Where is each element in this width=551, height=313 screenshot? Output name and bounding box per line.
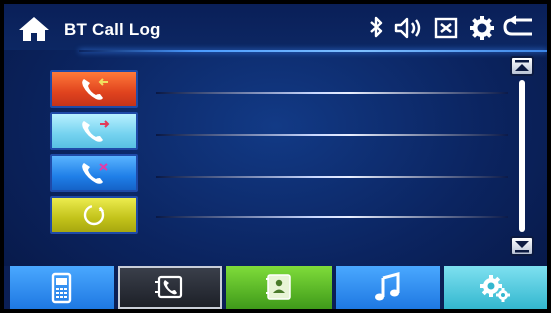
contacts-book-icon — [266, 274, 291, 300]
back-icon — [503, 15, 532, 36]
settings-button[interactable] — [468, 14, 496, 42]
row-divider — [156, 216, 508, 218]
arrow-up-icon — [515, 60, 529, 71]
row-divider — [156, 134, 508, 136]
sync-icon — [83, 204, 105, 226]
bt-call-log-screen: BT Call Log — [4, 4, 547, 309]
scrollbar-track[interactable] — [519, 80, 525, 232]
incoming-call-icon — [82, 78, 108, 100]
tab-call-log[interactable] — [118, 266, 222, 309]
bluetooth-icon — [370, 16, 383, 38]
mute-button[interactable] — [432, 14, 460, 42]
row-divider — [156, 92, 508, 94]
home-button[interactable] — [16, 15, 52, 43]
header-divider — [79, 50, 547, 52]
tab-contacts[interactable] — [226, 266, 332, 309]
call-log-icon — [155, 275, 183, 299]
row-divider — [156, 176, 508, 178]
sync-calls-button[interactable] — [50, 196, 138, 234]
page-title: BT Call Log — [64, 20, 161, 39]
scroll-up-button[interactable] — [510, 56, 534, 76]
bottom-tab-bar — [4, 266, 547, 309]
gear-icon — [470, 16, 494, 40]
call-log-row[interactable] — [144, 112, 514, 152]
tab-bt-settings[interactable] — [444, 266, 547, 309]
scroll-down-button[interactable] — [510, 236, 534, 256]
tab-phone[interactable] — [10, 266, 114, 309]
mute-x-icon — [434, 17, 458, 39]
settings-gears-icon — [480, 275, 510, 302]
back-button[interactable] — [502, 14, 538, 42]
incoming-calls-button[interactable] — [50, 70, 138, 108]
call-log-row[interactable] — [144, 154, 514, 194]
outgoing-calls-button[interactable] — [50, 112, 138, 150]
missed-call-icon — [82, 163, 108, 184]
arrow-down-icon — [515, 241, 529, 253]
missed-calls-button[interactable] — [50, 154, 138, 192]
mobile-phone-icon — [51, 272, 72, 304]
home-icon — [19, 17, 49, 41]
music-note-icon — [375, 272, 400, 301]
tab-music[interactable] — [336, 266, 440, 309]
volume-icon — [394, 17, 421, 39]
call-log-row[interactable] — [144, 70, 514, 110]
bluetooth-button[interactable] — [362, 14, 390, 42]
volume-button[interactable] — [392, 14, 426, 42]
header-bar: BT Call Log — [4, 4, 547, 50]
outgoing-call-icon — [82, 120, 110, 142]
